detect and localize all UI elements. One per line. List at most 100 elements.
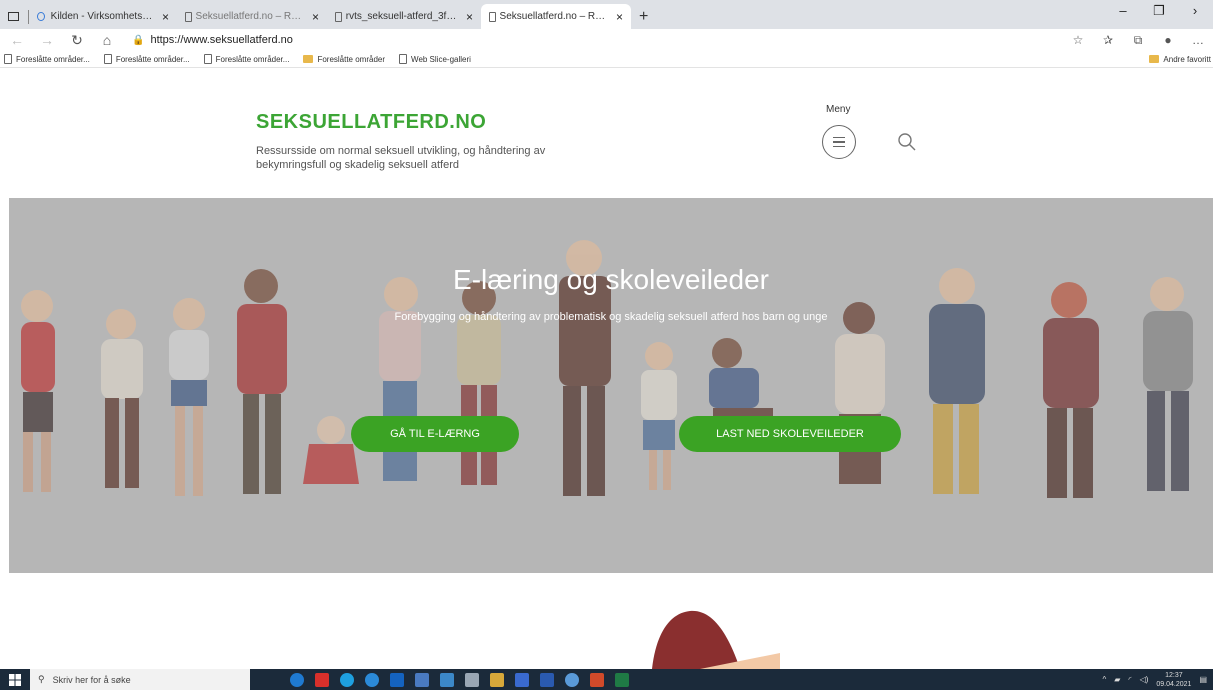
taskbar-search-input[interactable]: ⚲ Skriv her for å søke — [30, 669, 250, 690]
clock[interactable]: 12:37 09.04.2021 — [1156, 671, 1191, 689]
favorite-label: Foreslåtte områder... — [115, 54, 190, 64]
folder-icon — [1149, 55, 1160, 63]
system-tray: ^ ▰ ◜ ◁) 12:37 09.04.2021 ▤ — [1103, 669, 1207, 690]
app-icon[interactable] — [490, 672, 504, 687]
tab-label: rvts_seksuell-atferd_3februar_w — [345, 11, 458, 22]
close-icon[interactable]: × — [312, 10, 319, 24]
menu-button[interactable] — [822, 125, 856, 159]
chevron-up-icon[interactable]: ^ — [1103, 675, 1107, 684]
other-favorites[interactable]: Andre favoritt — [1149, 55, 1211, 64]
app-icon[interactable] — [315, 672, 329, 687]
favorite-item[interactable]: Foreslåtte områder... — [203, 54, 290, 64]
search-icon: ⚲ — [38, 674, 45, 684]
page-icon — [489, 11, 496, 22]
tab-seksuellatferd-active[interactable]: Seksuellatferd.no – Ressursside × — [481, 4, 631, 29]
site-header: SEKSUELLATFERD.NO Ressursside om normal … — [0, 68, 1213, 198]
app-icon[interactable] — [515, 672, 529, 687]
hamburger-line — [833, 141, 845, 143]
windows-icon — [9, 673, 21, 686]
tab-label: Seksuellatferd.no – Ressursside — [195, 11, 304, 22]
network-icon[interactable]: ▰ — [1114, 675, 1120, 684]
outlook-icon[interactable] — [390, 672, 404, 687]
tab-seksuellatferd-1[interactable]: Seksuellatferd.no – Ressursside × — [177, 4, 327, 29]
hero-title: E-læring og skoleveileder — [453, 264, 769, 295]
taskbar-apps — [290, 672, 629, 687]
clock-time: 12:37 — [1165, 671, 1183, 679]
url-field[interactable]: https://www.seksuellatferd.no — [150, 34, 292, 46]
tab-rvts[interactable]: rvts_seksuell-atferd_3februar_w × — [327, 4, 481, 29]
hamburger-icon — [833, 136, 845, 139]
browser-tab-bar: Kilden - Virksomhetsportalen × Seksuella… — [0, 0, 1213, 29]
notification-icon[interactable]: ▤ — [1199, 675, 1207, 684]
excel-icon[interactable] — [615, 672, 629, 687]
page-icon — [185, 11, 192, 22]
illustration-partial — [652, 610, 780, 669]
wifi-icon[interactable]: ◜ — [1128, 675, 1131, 684]
address-bar-actions: ☆ ✰ ⧉ ● … — [1063, 29, 1213, 51]
address-bar: ← → ↻ ⌂ 🔒 https://www.seksuellatferd.no … — [0, 29, 1213, 51]
back-icon[interactable]: ← — [6, 32, 28, 48]
favorite-label: Foreslåtte områder... — [215, 54, 290, 64]
favorite-item[interactable]: Foreslåtte områder... — [4, 54, 90, 64]
printer-icon[interactable] — [465, 672, 479, 687]
tab-kilden[interactable]: Kilden - Virksomhetsportalen × — [29, 4, 177, 29]
site-tagline: Ressursside om normal seksuell utvikling… — [256, 145, 546, 171]
restore-icon[interactable]: ❐ — [1141, 0, 1177, 24]
favorite-label: Foreslåtte områder... — [16, 54, 90, 64]
loading-icon — [37, 12, 45, 21]
app-icon[interactable] — [440, 672, 454, 687]
site-logo-title[interactable]: SEKSUELLATFERD.NO — [256, 111, 486, 134]
download-school-guide-button[interactable]: LAST NED SKOLEVEILEDER — [679, 416, 901, 452]
tab-label: Seksuellatferd.no – Ressursside — [499, 11, 608, 22]
close-icon[interactable]: × — [616, 10, 623, 24]
favorite-folder[interactable]: Foreslåtte områder — [303, 55, 385, 64]
chat-icon[interactable] — [565, 672, 579, 687]
hero-banner: E-læring og skoleveileder Forebygging og… — [9, 198, 1213, 573]
illustration-people — [9, 198, 1213, 573]
plus-icon: + — [639, 7, 649, 25]
go-to-elearning-button[interactable]: GÅ TIL E-LÆRNG — [351, 416, 519, 452]
favorite-item[interactable]: Web Slice-galleri — [399, 54, 471, 64]
skype-icon[interactable] — [340, 672, 354, 687]
minimize-icon[interactable]: – — [1105, 0, 1141, 24]
collections-icon[interactable]: ⧉ — [1123, 33, 1153, 48]
profile-icon[interactable]: ● — [1153, 33, 1183, 47]
favorites-bar: Foreslåtte områder... Foreslåtte områder… — [0, 51, 1213, 68]
favorite-label: Web Slice-galleri — [411, 54, 471, 64]
hamburger-line — [833, 145, 845, 148]
page-icon — [103, 54, 112, 64]
clock-date: 09.04.2021 — [1156, 680, 1192, 688]
tab-label: Kilden - Virksomhetsportalen — [50, 11, 154, 22]
chevron-right-icon[interactable]: › — [1177, 0, 1213, 24]
tab-actions-icon — [8, 12, 19, 21]
refresh-icon[interactable]: ↻ — [66, 32, 88, 49]
app-icon[interactable] — [415, 672, 429, 687]
new-tab-button[interactable]: + — [631, 4, 656, 29]
powerpoint-icon[interactable] — [590, 672, 604, 687]
favorite-label: Foreslåtte områder — [317, 54, 386, 64]
page-icon — [399, 54, 408, 64]
home-icon[interactable]: ⌂ — [96, 32, 118, 48]
search-placeholder: Skriv her for å søke — [52, 674, 131, 685]
tab-actions-button[interactable] — [0, 4, 28, 29]
edge-icon[interactable] — [290, 672, 304, 687]
more-icon[interactable]: … — [1183, 33, 1213, 47]
page-icon — [4, 54, 12, 64]
page-icon — [335, 11, 342, 22]
windows-taskbar: ⚲ Skriv her for å søke ^ ▰ ◜ ◁) 12:37 09… — [0, 669, 1213, 690]
favorite-item[interactable]: Foreslåtte områder... — [103, 54, 190, 64]
lock-icon: 🔒 — [132, 34, 145, 46]
volume-icon[interactable]: ◁) — [1140, 675, 1149, 684]
search-icon[interactable] — [897, 132, 917, 152]
forward-icon[interactable]: → — [36, 32, 58, 48]
close-icon[interactable]: × — [162, 10, 169, 24]
favorite-star-icon[interactable]: ☆ — [1063, 33, 1093, 47]
below-hero-section — [0, 573, 1213, 669]
word-icon[interactable] — [540, 672, 554, 687]
folder-icon — [303, 55, 314, 63]
other-favorites-label: Andre favoritt — [1163, 54, 1211, 64]
start-button[interactable] — [0, 669, 30, 690]
internet-explorer-icon[interactable] — [365, 672, 379, 687]
favorites-icon[interactable]: ✰ — [1093, 33, 1123, 47]
close-icon[interactable]: × — [466, 10, 473, 24]
